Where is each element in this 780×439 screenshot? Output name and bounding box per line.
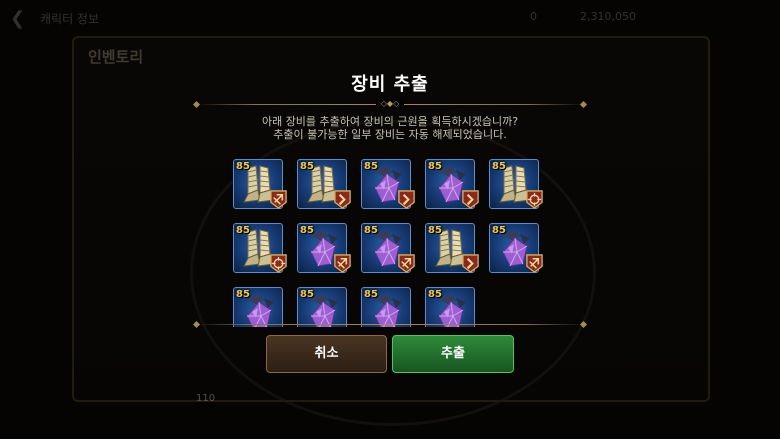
item-level: 85: [364, 225, 378, 236]
equipment-slot[interactable]: 85: [489, 223, 543, 273]
speed-badge-icon: [334, 190, 351, 209]
equipment-slot[interactable]: 85: [361, 223, 415, 273]
item-level: 85: [428, 225, 442, 236]
item-level: 85: [364, 289, 378, 300]
speed-badge-icon: [462, 190, 479, 209]
item-level: 85: [364, 161, 378, 172]
dialog-title: 장비 추출: [351, 74, 429, 95]
item-level: 85: [236, 289, 250, 300]
attack-badge-icon: [334, 254, 351, 273]
equipment-grid: 85 85 85 85 85 85 85 85 85 85 85 85 85 85: [233, 159, 553, 327]
equipment-slot[interactable]: 85: [425, 223, 479, 273]
item-level: 85: [300, 289, 314, 300]
item-level: 85: [428, 289, 442, 300]
speed-badge-icon: [398, 190, 415, 209]
attack-badge-icon: [270, 190, 287, 209]
equipment-slot[interactable]: 85: [297, 223, 351, 273]
equipment-slot[interactable]: 85: [361, 159, 415, 209]
divider-end-cap-icon: [192, 100, 201, 109]
item-level: 85: [236, 161, 250, 172]
target-badge-icon: [270, 254, 287, 273]
background-screen-title: 캐릭터 정보: [40, 12, 100, 26]
equipment-slot[interactable]: 85: [297, 287, 347, 327]
divider-end-cap-icon: [192, 320, 201, 329]
equipment-slot[interactable]: 85: [425, 287, 475, 327]
cancel-button[interactable]: 취소: [266, 335, 387, 373]
item-level: 85: [492, 161, 506, 172]
attack-badge-icon: [398, 254, 415, 273]
equipment-slot[interactable]: 85: [425, 159, 479, 209]
equipment-slot[interactable]: 85: [233, 159, 287, 209]
background-resource-0: 0: [530, 10, 537, 23]
equipment-slot[interactable]: 85: [297, 159, 351, 209]
background-bottom-bar: [72, 388, 706, 410]
extract-dialog: 장비 추출 ◇◆◇ 아래 장비를 추출하여 장비의 근원을 획득하시겠습니까? …: [190, 60, 590, 390]
divider-end-cap-icon: [579, 100, 588, 109]
extract-button[interactable]: 추출: [392, 335, 514, 373]
equipment-slot[interactable]: 85: [361, 287, 411, 327]
dialog-message-line-2: 추출이 불가능한 일부 장비는 자동 해제되었습니다.: [273, 128, 507, 141]
item-level: 85: [236, 225, 250, 236]
equipment-slot[interactable]: 85: [233, 287, 283, 327]
divider-bottom: [196, 324, 584, 325]
chevron-left-icon: ❮: [10, 8, 26, 29]
dialog-message-line-1: 아래 장비를 추출하여 장비의 근원을 획득하시겠습니까?: [261, 115, 519, 128]
speed-badge-icon: [462, 254, 479, 273]
item-level: 85: [300, 161, 314, 172]
item-level: 85: [492, 225, 506, 236]
background-window-title: 인벤토리: [88, 48, 144, 66]
item-level: 85: [428, 161, 442, 172]
background-bottom-text: 110: [196, 393, 216, 404]
equipment-slot[interactable]: 85: [233, 223, 287, 273]
background-top-bar: ❮ 캐릭터 정보 0 2,310,050: [0, 0, 780, 36]
background-resource-1: 2,310,050: [580, 10, 636, 23]
item-level: 85: [300, 225, 314, 236]
equipment-slot[interactable]: 85: [489, 159, 543, 209]
target-badge-icon: [526, 190, 543, 209]
attack-badge-icon: [526, 254, 543, 273]
ornament-icon: ◇◆◇: [376, 99, 404, 109]
dialog-message: 아래 장비를 추출하여 장비의 근원을 획득하시겠습니까? 추출이 불가능한 일…: [190, 115, 590, 141]
divider-end-cap-icon: [579, 320, 588, 329]
